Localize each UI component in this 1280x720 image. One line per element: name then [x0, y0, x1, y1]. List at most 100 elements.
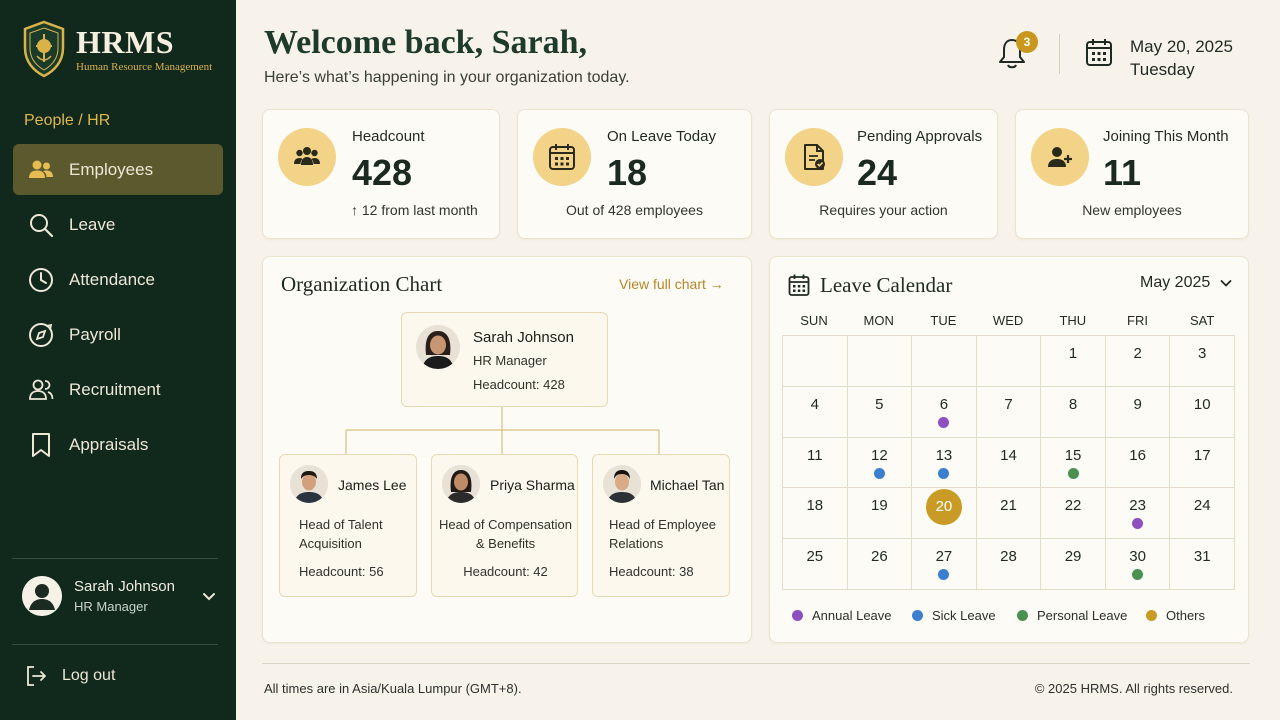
sidebar-section-label: People / HR [24, 112, 111, 129]
calendar-day[interactable]: 2 [1105, 336, 1171, 387]
stat-card-headcount[interactable]: Headcount 428 ↑ 12 from last month [262, 109, 500, 239]
day-number: 4 [810, 395, 819, 413]
legend-label: Others [1166, 608, 1206, 623]
leave-calendar-panel: Leave Calendar May 2025 SUN MON TUE WED THU F… [769, 256, 1249, 643]
sidebar-item-payroll[interactable]: Payroll [13, 309, 223, 360]
month-selector[interactable]: May 2025 [1140, 274, 1234, 292]
calendar-day[interactable]: 13 [912, 437, 977, 489]
calendar-day[interactable]: 18 [783, 488, 848, 540]
calendar-day[interactable]: 11 [783, 437, 848, 489]
sidebar-item-employees[interactable]: Employees [13, 144, 223, 195]
shield-logo-icon [23, 20, 65, 78]
leave-marker-sick [938, 467, 950, 479]
day-number: 5 [875, 395, 884, 413]
legend-dot [1146, 610, 1157, 621]
calendar-day[interactable]: 10 [1170, 386, 1235, 438]
calendar-day[interactable]: 26 [847, 539, 913, 590]
calendar-day[interactable]: 12 [847, 437, 913, 489]
day-number: 8 [1068, 395, 1078, 413]
day-number: 26 [871, 548, 888, 566]
calendar-day[interactable]: 9 [1105, 386, 1171, 438]
calendar-day[interactable]: 22 [1041, 488, 1106, 540]
day-number: 18 [806, 497, 824, 515]
calendar-day[interactable]: 17 [1170, 437, 1235, 489]
compass-icon [29, 322, 53, 347]
sidebar-divider [12, 558, 218, 559]
sidebar-item-label: Recruitment [69, 379, 161, 399]
person-male-icon [290, 465, 328, 503]
logout-icon [27, 666, 46, 686]
sidebar-item-leave[interactable]: Leave [13, 199, 223, 250]
calendar-day[interactable]: 29 [1041, 539, 1106, 590]
calendar-day[interactable]: 24 [1170, 488, 1235, 540]
sidebar-item-recruitment[interactable]: Recruitment [13, 364, 223, 415]
calendar-icon [788, 274, 810, 296]
document-check-icon [804, 144, 825, 170]
page-subtitle: Here’s what’s happening in your organiza… [264, 69, 630, 86]
calendar-day[interactable]: 14 [976, 437, 1042, 489]
calendar-day[interactable]: 25 [783, 539, 848, 590]
day-number: 3 [1198, 345, 1207, 362]
calendar-day[interactable]: 23 [1105, 488, 1171, 540]
stat-card-on-leave[interactable]: On Leave Today 18 Out of 428 employees [517, 109, 752, 239]
calendar-day[interactable]: 28 [976, 539, 1042, 590]
chevron-down-icon[interactable] [200, 587, 218, 605]
org-role: HR Manager [473, 353, 547, 368]
calendar-day[interactable]: 3 [1170, 336, 1235, 387]
sidebar-item-attendance[interactable]: Attendance [13, 254, 223, 305]
chevron-down-icon [1220, 280, 1232, 287]
calendar-day[interactable]: 20 [912, 488, 977, 540]
avatar [603, 465, 641, 503]
users-icon [294, 147, 320, 165]
legend-label: Sick Leave [932, 608, 996, 623]
calendar-empty-cell [912, 336, 977, 387]
org-node-child[interactable]: Priya Sharma Head of Compensation & Benef… [431, 454, 578, 597]
user-profile-menu[interactable]: Sarah Johnson HR Manager [22, 576, 218, 616]
sidebar-item-label: Appraisals [69, 434, 149, 454]
calendar-day[interactable]: 4 [783, 386, 848, 438]
calendar-icon [549, 144, 575, 170]
calendar-day[interactable]: 31 [1170, 539, 1235, 590]
calendar-day[interactable]: 15 [1041, 437, 1106, 489]
weekday-header: SAT [1190, 313, 1215, 328]
calendar-day[interactable]: 19 [847, 488, 913, 540]
day-number: 13 [935, 446, 953, 464]
day-number: 24 [1193, 497, 1211, 515]
current-date: May 20, 2025 Tuesday [1130, 35, 1233, 81]
org-headcount: Headcount: 42 [463, 564, 548, 579]
month-label: May 2025 [1140, 274, 1211, 291]
day-number: 31 [1193, 548, 1211, 566]
person-male-icon [603, 465, 641, 503]
calendar-day[interactable]: 1 [1041, 336, 1106, 387]
sidebar-item-appraisals[interactable]: Appraisals [13, 419, 223, 470]
sidebar-nav: Employees Leave Attendance Payroll Recru… [13, 144, 223, 474]
org-node-child[interactable]: James Lee Head of Talent Acquisition Head… [279, 454, 417, 597]
day-number: 27 [935, 548, 953, 566]
day-number: 29 [1064, 548, 1082, 566]
calendar-day[interactable]: 8 [1041, 386, 1106, 438]
stat-card-joining[interactable]: Joining This Month 11 New employees [1015, 109, 1249, 239]
org-headcount: Headcount: 428 [473, 377, 565, 392]
brand[interactable]: HRMS Human Resource Management [22, 20, 212, 78]
day-number: 21 [1000, 497, 1017, 515]
org-node-root[interactable]: Sarah Johnson HR Manager Headcount: 428 [401, 312, 608, 407]
day-number: 1 [1068, 345, 1078, 362]
legend-label: Personal Leave [1037, 608, 1128, 623]
leave-marker-personal [1067, 467, 1079, 479]
leave-marker-sick [938, 569, 950, 581]
calendar-day[interactable]: 27 [912, 539, 977, 590]
stat-label: Pending Approvals [857, 128, 983, 145]
logout-button[interactable]: Log out [24, 664, 115, 688]
calendar-day[interactable]: 21 [976, 488, 1042, 540]
legend-label: Annual Leave [812, 608, 892, 623]
calendar-day[interactable]: 6 [912, 386, 977, 438]
day-number: 6 [939, 395, 949, 413]
calendar-day[interactable]: 7 [976, 386, 1042, 438]
org-node-child[interactable]: Michael Tan Head of Employee Relations He… [592, 454, 730, 597]
sidebar-item-label: Employees [69, 159, 154, 179]
calendar-day[interactable]: 16 [1105, 437, 1171, 489]
calendar-grid: 1 2 3 4 5 6 7 8 9 10 11 12 13 14 15 16 17 18 19 20 21 22 23 24 2… [782, 335, 1235, 590]
stat-card-pending-approvals[interactable]: Pending Approvals 24 Requires your actio… [769, 109, 998, 239]
calendar-day[interactable]: 5 [847, 386, 913, 438]
calendar-day[interactable]: 30 [1105, 539, 1171, 590]
